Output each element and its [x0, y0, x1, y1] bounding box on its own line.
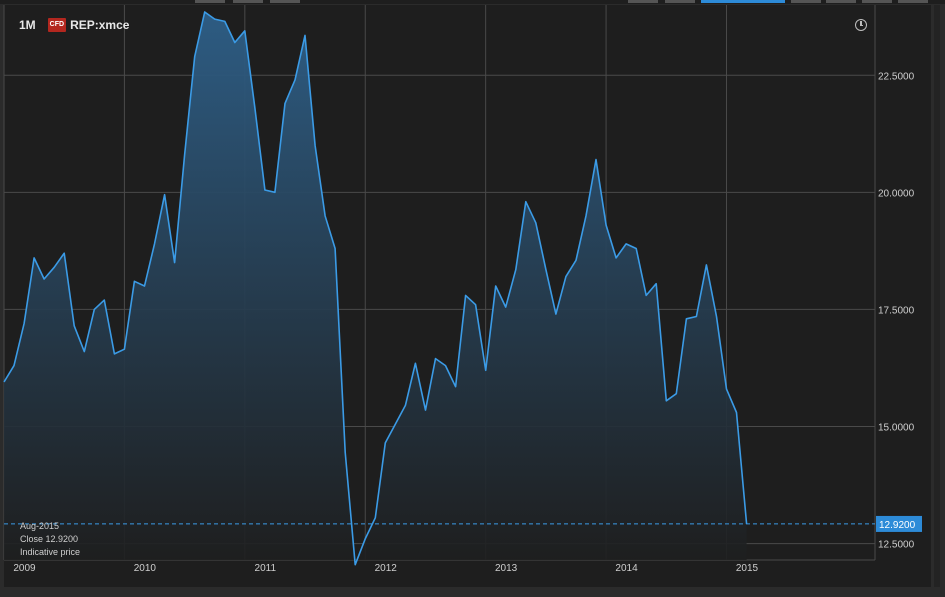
- y-tick-label: 15.0000: [878, 423, 915, 434]
- price-area-fill: [4, 12, 747, 565]
- crosshair-info: Aug-2015 Close 12.9200 Indicative price: [20, 520, 80, 559]
- info-date: Aug-2015: [20, 521, 60, 531]
- chart-header: 1M CFD REP:xmce: [19, 17, 129, 33]
- x-tick-label: 2015: [736, 563, 759, 574]
- y-tick-label: 22.5000: [878, 71, 915, 82]
- x-tick-label: 2010: [134, 563, 157, 574]
- info-close: Close 12.9200: [20, 533, 80, 546]
- x-axis: 2009 2010 2011 2012 2013 2014 2015: [13, 563, 758, 574]
- y-tick-label: 12.5000: [878, 540, 915, 551]
- info-note: Indicative price: [20, 547, 81, 557]
- price-chart[interactable]: 12.9200 12.5000 15.0000 17.5000 20.0000 22.5…: [0, 0, 945, 597]
- y-axis: 12.5000 15.0000 17.5000 20.0000 22.5000: [878, 71, 915, 550]
- last-price-label: 12.9200: [879, 520, 916, 531]
- symbol-name: REP:xmce: [70, 18, 130, 32]
- x-tick-label: 2011: [255, 563, 277, 574]
- instrument-label[interactable]: CFD REP:xmce: [47, 18, 130, 32]
- x-tick-label: 2012: [375, 563, 398, 574]
- x-tick-label: 2014: [615, 563, 638, 574]
- cfd-badge: CFD: [47, 18, 67, 32]
- info-close-label: Close: [20, 534, 44, 544]
- price-area: [4, 12, 747, 565]
- y-tick-label: 20.0000: [878, 188, 915, 199]
- x-tick-label: 2009: [13, 563, 36, 574]
- info-close-value: 12.9200: [45, 534, 79, 544]
- x-tick-label: 2013: [495, 563, 518, 574]
- interval-selector[interactable]: 1M: [19, 18, 36, 32]
- clock-icon[interactable]: [855, 19, 867, 31]
- y-tick-label: 17.5000: [878, 305, 915, 316]
